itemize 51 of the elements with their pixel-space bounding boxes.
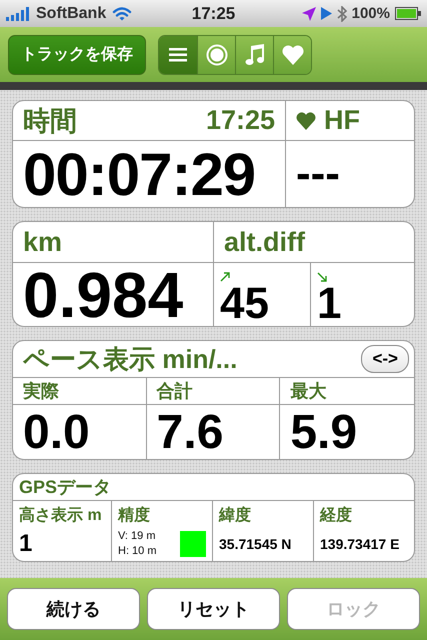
horizontal-accuracy: H: 10 m <box>118 544 157 558</box>
altitude-value: 1 <box>19 530 32 558</box>
action-button[interactable]: 続ける <box>7 588 140 630</box>
longitude-value: 139.73417 E <box>320 536 400 552</box>
view-segment[interactable] <box>159 36 197 74</box>
heart-rate-label: HF <box>324 105 360 136</box>
battery-icon <box>395 7 421 20</box>
distance-label: km <box>23 226 62 258</box>
longitude-label: 経度 <box>320 505 352 526</box>
pace-value: 5.9 <box>290 404 358 459</box>
heart-icon <box>296 112 316 130</box>
pace-title: ペース表示 min/... <box>23 342 238 376</box>
wifi-icon <box>112 6 132 20</box>
up-arrow-icon <box>220 272 230 282</box>
view-segment[interactable] <box>273 36 311 74</box>
signal-icon <box>6 6 30 20</box>
pace-value: 0.0 <box>23 404 90 459</box>
time-label: 時間 <box>23 104 77 138</box>
accuracy-label: 精度 <box>118 505 150 526</box>
view-segment[interactable] <box>235 36 273 74</box>
action-button[interactable]: リセット <box>147 588 280 630</box>
latitude-value: 35.71545 N <box>219 536 292 552</box>
elapsed-time: 00:07:29 <box>23 140 256 207</box>
clock-time: 17:25 <box>192 4 236 24</box>
pace-value: 7.6 <box>156 404 224 459</box>
heart-rate-value: --- <box>296 149 340 199</box>
pace-label: 最大 <box>290 380 326 403</box>
pace-label: 実際 <box>23 380 59 403</box>
clock-time: 17:25 <box>206 105 275 136</box>
record-icon <box>206 44 228 66</box>
music-note-icon <box>244 44 264 66</box>
altitude-label: 高さ表示 m <box>19 505 102 526</box>
latitude-label: 緯度 <box>219 505 251 526</box>
down-arrow-icon <box>317 272 327 282</box>
play-icon <box>320 7 332 20</box>
bluetooth-icon <box>336 6 347 22</box>
ascent-value: 45 <box>220 282 269 326</box>
altitude-label: alt.diff <box>224 226 305 258</box>
distance-value: 0.984 <box>23 258 184 326</box>
view-segment[interactable] <box>197 36 235 74</box>
save-track-button[interactable]: トラックを保存 <box>8 34 146 74</box>
toggle-button[interactable]: <-> <box>361 345 409 373</box>
heart-icon <box>282 44 304 64</box>
pace-label: 合計 <box>156 380 193 403</box>
descent-value: 1 <box>317 282 342 326</box>
carrier-name: SoftBank <box>36 4 106 22</box>
gps-title: GPSデータ <box>19 476 112 499</box>
menu-icon <box>169 48 187 62</box>
vertical-accuracy: V: 19 m <box>118 528 156 544</box>
location-arrow-icon <box>302 6 316 20</box>
battery-percent: 100% <box>352 5 390 22</box>
